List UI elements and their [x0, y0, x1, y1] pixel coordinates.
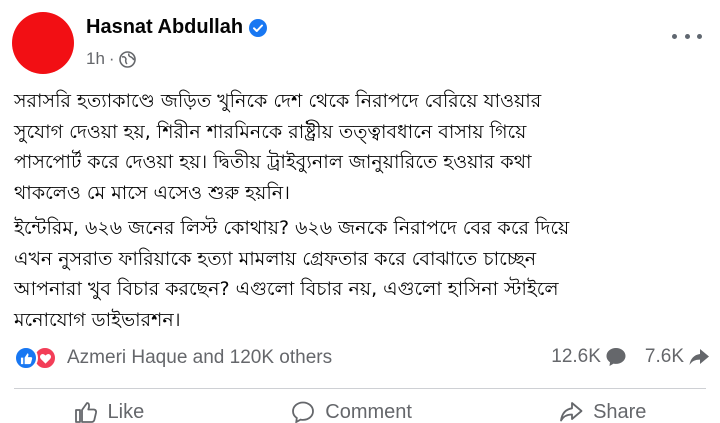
comment-button[interactable]: Comment [291, 400, 412, 423]
thumbs-up-icon [74, 402, 97, 423]
comment-count-icon [606, 348, 626, 366]
share-count[interactable]: 7.6K [645, 346, 710, 368]
more-options-icon[interactable] [672, 26, 702, 46]
share-label: Share [593, 400, 647, 423]
reaction-names[interactable]: Azmeri Haque and 120K others [67, 347, 332, 369]
comment-label: Comment [325, 400, 412, 423]
avatar[interactable] [12, 12, 74, 74]
reactions-summary[interactable]: Azmeri Haque and 120K others [14, 346, 332, 370]
post-action-bar: Like Comment Share [0, 400, 720, 423]
globe-icon[interactable] [118, 50, 136, 68]
author-row: Hasnat Abdullah [86, 16, 268, 39]
post-time[interactable]: 1h [86, 49, 105, 69]
share-icon [560, 402, 583, 422]
engagement-counts: 12.6K 7.6K [533, 346, 710, 368]
comment-icon [292, 401, 315, 423]
like-label: Like [107, 400, 145, 423]
comment-count-value: 12.6K [551, 346, 601, 367]
author-name[interactable]: Hasnat Abdullah [86, 16, 243, 39]
share-count-icon [689, 349, 709, 365]
comment-count[interactable]: 12.6K [551, 346, 627, 368]
meta-separator: · [108, 49, 115, 68]
like-reaction-icon [14, 346, 38, 370]
post-paragraph-1: সরাসরি হত্যাকাণ্ডে জড়িত খুনিকে দেশ থেকে… [14, 90, 542, 204]
post-paragraph-2: ইন্টেরিম, ৬২৬ জনের লিস্ট কোথায়? ৬২৬ জনক… [14, 217, 570, 331]
share-button[interactable]: Share [559, 400, 646, 423]
post-meta: 1h · [86, 49, 136, 69]
share-count-value: 7.6K [644, 346, 684, 367]
like-button[interactable]: Like [74, 400, 145, 423]
verified-badge-icon [249, 18, 268, 37]
divider [14, 388, 706, 389]
